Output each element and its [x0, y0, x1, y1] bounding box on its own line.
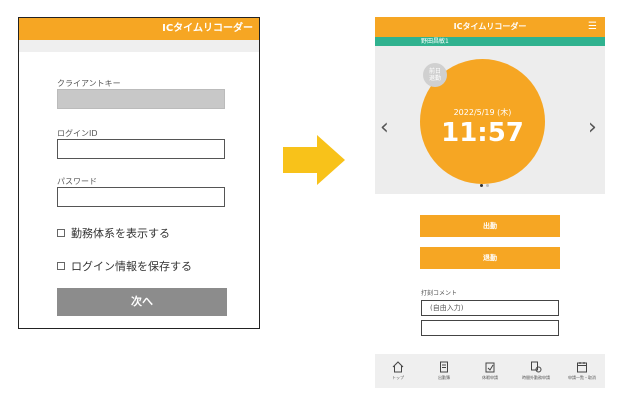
- current-date: 2022/5/19 (木): [453, 108, 512, 117]
- leave-request-icon: [485, 362, 495, 373]
- password-label: パスワード: [57, 177, 97, 186]
- login-header-title: ICタイムリコーダー: [19, 18, 259, 40]
- comment-input[interactable]: (自由入力): [421, 300, 559, 316]
- hamburger-menu-icon[interactable]: ☰: [588, 17, 597, 37]
- nav-label: トップ: [392, 375, 404, 380]
- next-button[interactable]: 次へ: [57, 288, 227, 316]
- checkbox-icon: [57, 262, 65, 270]
- checkbox-icon: [57, 229, 65, 237]
- timecard-header: ICタイムリコーダー ☰: [375, 17, 605, 37]
- login-id-input[interactable]: [57, 139, 225, 159]
- badge-line2: 退勤: [428, 75, 441, 82]
- chevron-left-icon[interactable]: ‹: [380, 115, 389, 140]
- nav-top[interactable]: トップ: [376, 361, 420, 381]
- right-arrow-icon: [283, 135, 345, 185]
- carousel-dots: [480, 184, 489, 187]
- previous-day-badge: 前日 退勤: [423, 63, 447, 87]
- bottom-nav: トップ 出勤簿 休暇申請 時間外勤務申請 申請一覧・取消: [375, 354, 605, 388]
- login-gray-band: [19, 40, 259, 52]
- nav-label: 時間外勤務申請: [522, 375, 550, 380]
- login-screen: ICタイムリコーダー クライアントキー ログインID パスワード 勤務体系を表示…: [18, 17, 260, 329]
- comment-label: 打刻コメント: [421, 290, 458, 297]
- show-work-system-label: 勤務体系を表示する: [71, 227, 170, 240]
- calendar-list-icon: [577, 362, 587, 373]
- overtime-request-icon: [531, 361, 542, 373]
- chevron-right-icon[interactable]: ›: [588, 115, 597, 140]
- nav-overtime-request[interactable]: 時間外勤務申請: [514, 361, 558, 381]
- timecard-header-title: ICタイムリコーダー: [453, 22, 527, 31]
- clock-in-button[interactable]: 出勤: [420, 215, 560, 237]
- user-name: 野田昌敏1: [375, 37, 605, 46]
- carousel-dot-active[interactable]: [480, 184, 483, 187]
- ledger-icon: [440, 361, 448, 373]
- nav-label: 申請一覧・取消: [568, 375, 596, 380]
- timecard-screen: ICタイムリコーダー ☰ 野田昌敏1 前日 退勤 2022/5/19 (木) 1…: [375, 17, 605, 401]
- carousel-dot[interactable]: [486, 184, 489, 187]
- save-login-label: ログイン情報を保存する: [71, 260, 192, 273]
- comment-input-2[interactable]: [421, 320, 559, 336]
- login-id-label: ログインID: [57, 129, 98, 138]
- clock-out-button[interactable]: 退勤: [420, 247, 560, 269]
- home-icon: [392, 361, 404, 373]
- nav-label: 出勤簿: [438, 375, 450, 380]
- show-work-system-checkbox[interactable]: 勤務体系を表示する: [57, 225, 170, 241]
- nav-label: 休暇申請: [482, 375, 498, 380]
- badge-line1: 前日: [428, 68, 441, 75]
- client-key-input: [57, 89, 225, 109]
- current-time: 11:57: [441, 118, 524, 148]
- nav-ledger[interactable]: 出勤簿: [422, 361, 466, 381]
- client-key-label: クライアントキー: [57, 79, 121, 88]
- password-input[interactable]: [57, 187, 225, 207]
- nav-request-list[interactable]: 申請一覧・取消: [560, 361, 604, 381]
- save-login-checkbox[interactable]: ログイン情報を保存する: [57, 258, 192, 274]
- nav-leave-request[interactable]: 休暇申請: [468, 361, 512, 381]
